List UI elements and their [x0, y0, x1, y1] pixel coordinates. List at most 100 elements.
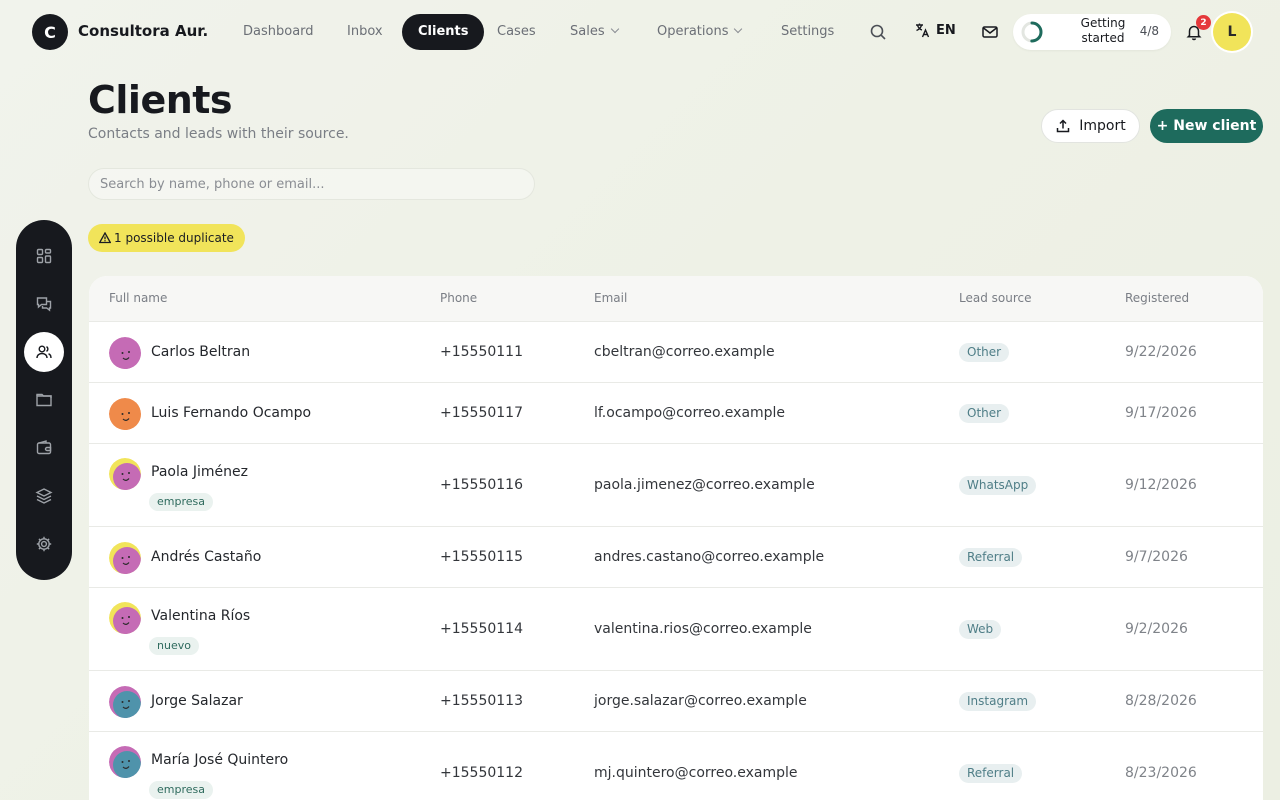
gear-icon [36, 536, 52, 552]
registered-date: 9/22/2026 [1125, 343, 1197, 360]
rail-settings[interactable] [24, 524, 64, 564]
mail-icon[interactable] [976, 18, 1004, 46]
table-row[interactable]: Valentina Ríos nuevo +15550114 valentina.ri… [89, 588, 1263, 671]
language-switcher[interactable]: EN [914, 22, 956, 38]
client-phone: +15550111 [440, 343, 523, 360]
registered-date: 8/23/2026 [1125, 764, 1197, 781]
nav-clients[interactable]: Clients [402, 14, 485, 50]
table-row[interactable]: Jorge Salazar +15550113 jorge.salazar@corr… [89, 671, 1263, 732]
rail-dashboard[interactable] [24, 236, 64, 276]
header-email[interactable]: Email [594, 291, 627, 305]
rail-sales[interactable] [24, 428, 64, 468]
avatar [109, 458, 141, 490]
client-email: lf.ocampo@correo.example [594, 404, 786, 421]
client-tag: empresa [149, 493, 213, 511]
chat-icon [36, 297, 52, 312]
client-phone: +15550113 [440, 692, 523, 709]
getting-started-count: 4/8 [1139, 24, 1159, 38]
nav-operations-label: Operations [657, 24, 729, 39]
lead-source-badge: Referral [959, 763, 1023, 783]
header-full-name[interactable]: Full name [109, 291, 167, 305]
client-name[interactable]: Jorge Salazar [151, 693, 243, 709]
lead-source-badge: Referral [959, 547, 1023, 567]
client-phone: +15550116 [440, 476, 523, 493]
avatar [109, 602, 141, 634]
search-input[interactable] [88, 168, 535, 200]
lead-source-badge: Other [959, 342, 1010, 362]
client-name[interactable]: Andrés Castaño [151, 549, 261, 565]
client-name[interactable]: Luis Fernando Ocampo [151, 405, 311, 421]
user-avatar[interactable]: L [1213, 13, 1251, 51]
notification-count-badge: 2 [1196, 15, 1211, 30]
page-title: Clients [88, 78, 233, 122]
registered-date: 9/7/2026 [1125, 548, 1188, 565]
table-row[interactable]: Paola Jiménez empresa +15550116 paola.jimen… [89, 444, 1263, 527]
header-registered[interactable]: Registered [1125, 291, 1189, 305]
rail-inbox[interactable] [24, 284, 64, 324]
progress-ring-icon [1021, 21, 1043, 43]
nav-operations[interactable]: Operations [657, 14, 743, 50]
upload-icon [1057, 119, 1070, 133]
client-name[interactable]: Carlos Beltran [151, 344, 250, 360]
header-lead-source[interactable]: Lead source [959, 291, 1032, 305]
nav-sales-label: Sales [570, 24, 605, 39]
client-tag: nuevo [149, 637, 199, 655]
nav-inbox[interactable]: Inbox [347, 14, 383, 50]
nav-settings[interactable]: Settings [781, 14, 834, 50]
rail-cases[interactable] [24, 380, 64, 420]
warning-icon [99, 232, 111, 244]
brand-logo[interactable]: C [32, 14, 68, 50]
nav-cases[interactable]: Cases [497, 14, 536, 50]
getting-started-widget[interactable]: Getting started 4/8 [1013, 14, 1171, 50]
lead-source-badge: Other [959, 403, 1010, 423]
client-email: jorge.salazar@correo.example [594, 692, 807, 709]
client-email: andres.castano@correo.example [594, 548, 825, 565]
users-icon [36, 345, 52, 359]
header-phone[interactable]: Phone [440, 291, 477, 305]
search-icon[interactable] [864, 18, 892, 46]
table-header: Full name Phone Email Lead source Regist… [89, 276, 1263, 322]
brand-name[interactable]: Consultora Aur... [78, 22, 208, 40]
lead-source-badge: Instagram [959, 691, 1037, 711]
client-tag: empresa [149, 781, 213, 799]
client-name[interactable]: Paola Jiménez [151, 464, 248, 480]
new-client-button[interactable]: + New client [1150, 109, 1263, 143]
avatar [109, 685, 141, 718]
client-name[interactable]: María José Quintero [151, 752, 288, 768]
duplicate-warning-badge[interactable]: 1 possible duplicate [88, 224, 245, 252]
nav-sales[interactable]: Sales [570, 14, 619, 50]
chevron-down-icon [610, 24, 619, 34]
layers-icon [35, 488, 53, 504]
wallet-icon [36, 440, 52, 455]
lead-source-badge: WhatsApp [959, 475, 1037, 495]
import-button[interactable]: Import [1041, 109, 1140, 143]
nav-dashboard[interactable]: Dashboard [243, 14, 314, 50]
client-email: paola.jimenez@correo.example [594, 476, 815, 493]
folder-icon [36, 393, 52, 407]
table-row[interactable]: María José Quintero empresa +15550112 mj.qu… [89, 732, 1263, 800]
avatar [109, 746, 141, 778]
registered-date: 9/17/2026 [1125, 404, 1197, 421]
client-phone: +15550112 [440, 764, 523, 781]
client-name[interactable]: Valentina Ríos [151, 608, 250, 624]
getting-started-label: Getting started [1080, 16, 1126, 45]
clients-table: Full name Phone Email Lead source Regist… [89, 276, 1263, 800]
rail-operations[interactable] [24, 476, 64, 516]
client-phone: +15550115 [440, 548, 523, 565]
avatar [109, 541, 141, 574]
client-email: cbeltran@correo.example [594, 343, 775, 360]
translate-icon [916, 23, 930, 38]
top-navigation: C Consultora Aur... Dashboard Inbox Clie… [0, 0, 1280, 64]
avatar [109, 336, 141, 369]
page-subtitle: Contacts and leads with their source. [88, 126, 349, 142]
registered-date: 8/28/2026 [1125, 692, 1197, 709]
avatar [109, 397, 141, 430]
lead-source-badge: Web [959, 619, 1002, 639]
registered-date: 9/12/2026 [1125, 476, 1197, 493]
table-row[interactable]: Luis Fernando Ocampo +15550117 lf.ocampo@c… [89, 383, 1263, 444]
chevron-down-icon [734, 24, 743, 34]
rail-clients[interactable] [24, 332, 64, 372]
table-row[interactable]: Andrés Castaño +15550115 andres.castano@co… [89, 527, 1263, 588]
grid-icon [36, 248, 52, 264]
table-row[interactable]: Carlos Beltran +15550111 cbeltran@correo.e… [89, 322, 1263, 383]
